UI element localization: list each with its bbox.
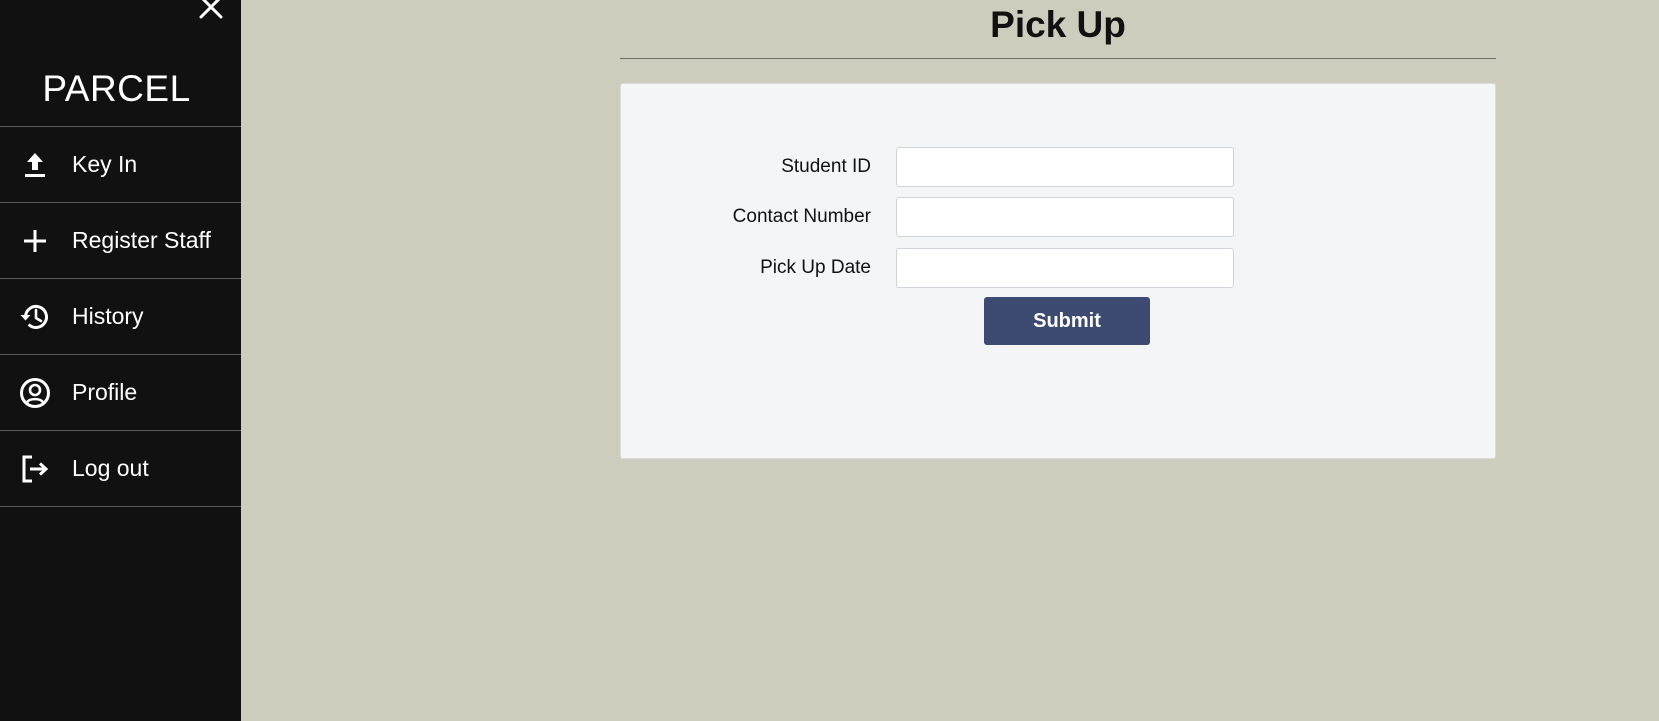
student-id-label: Student ID (781, 156, 871, 177)
title-divider (620, 58, 1496, 59)
contact-number-input[interactable] (896, 197, 1234, 237)
history-icon (18, 300, 52, 334)
sidebar-item-label: History (72, 303, 144, 329)
sidebar-item-profile[interactable]: Profile (0, 355, 241, 431)
upload-icon (18, 148, 52, 182)
student-id-input[interactable] (896, 147, 1234, 187)
sidebar-item-label: Key In (72, 151, 138, 177)
sidebar-item-label: Profile (72, 379, 138, 405)
form-row-pick-up-date: Pick Up Date (621, 248, 1495, 288)
pickup-form-card: Student ID Contact Number Pick Up Date S… (620, 83, 1496, 459)
account-circle-icon (18, 376, 52, 410)
sidebar-item-log-out[interactable]: Log out (0, 431, 241, 507)
sidebar: PARCEL Key In Register Staff History Pro… (0, 0, 241, 721)
pick-up-date-input[interactable] (896, 248, 1234, 288)
sidebar-item-label: Register Staff (72, 227, 211, 253)
sidebar-nav: Key In Register Staff History Profile Lo… (0, 126, 241, 507)
sidebar-item-key-in[interactable]: Key In (0, 127, 241, 203)
submit-button[interactable]: Submit (984, 297, 1150, 345)
plus-icon (18, 224, 52, 258)
logout-icon (18, 452, 52, 486)
sidebar-item-label: Log out (72, 455, 149, 481)
form-row-contact-number: Contact Number (621, 197, 1495, 237)
contact-number-label: Contact Number (732, 206, 871, 227)
sidebar-item-history[interactable]: History (0, 279, 241, 355)
close-icon[interactable] (196, 0, 226, 22)
pick-up-date-label: Pick Up Date (760, 257, 871, 278)
brand-title: PARCEL (42, 68, 191, 109)
page-title: Pick Up (990, 4, 1126, 45)
form-row-student-id: Student ID (621, 147, 1495, 187)
sidebar-item-register-staff[interactable]: Register Staff (0, 203, 241, 279)
